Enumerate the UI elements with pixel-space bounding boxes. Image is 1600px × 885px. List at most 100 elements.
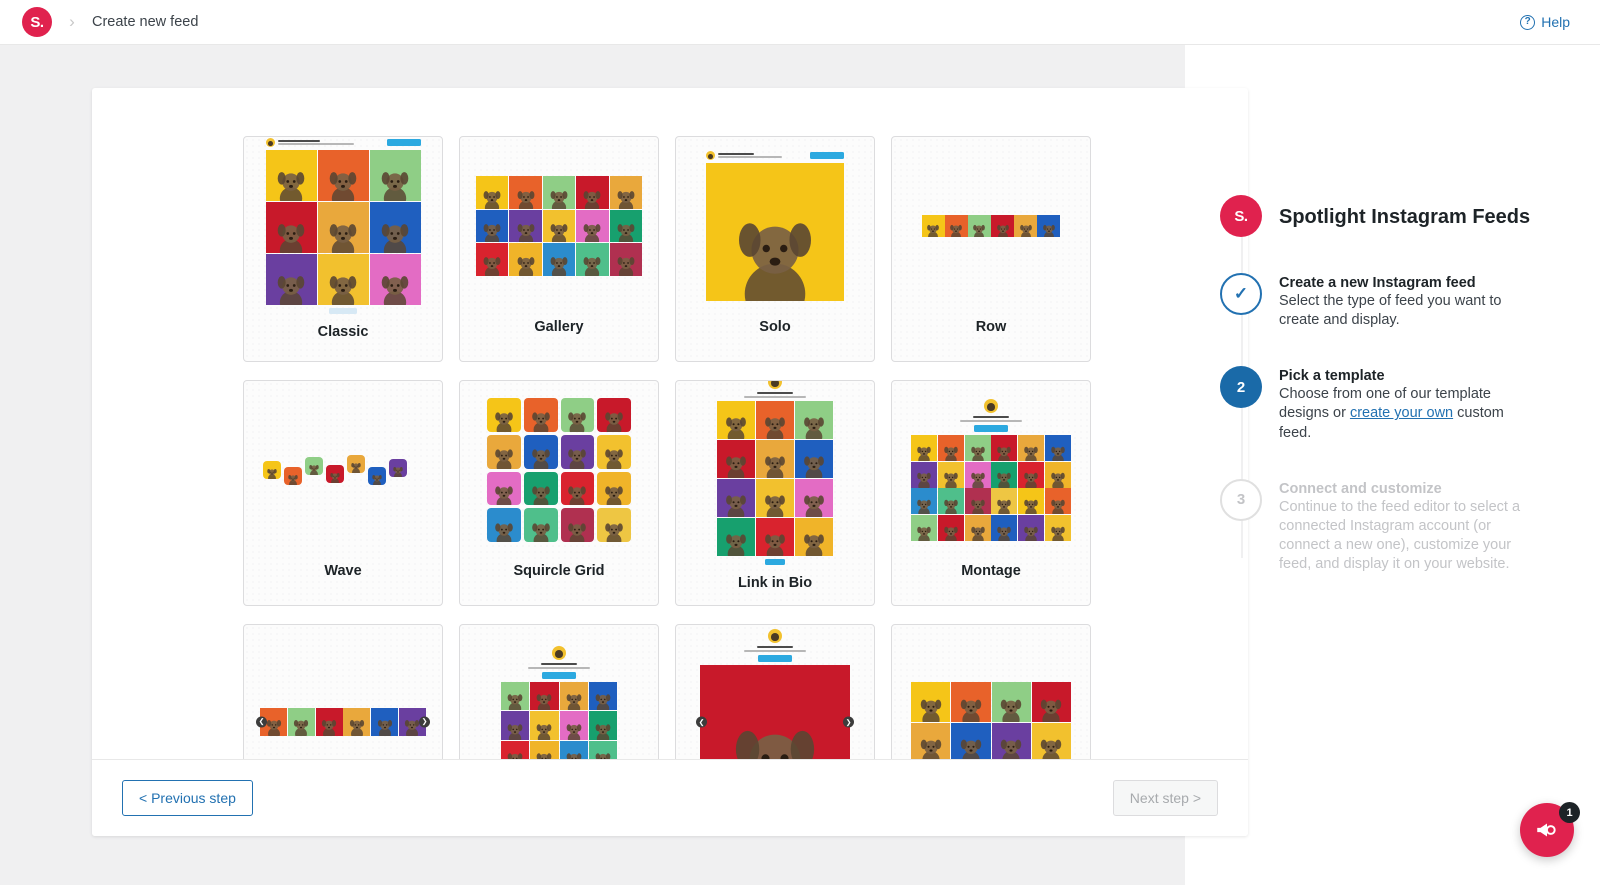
preview-tile: [717, 440, 755, 479]
preview-tile: [501, 682, 530, 711]
template-label: Link in Bio: [737, 575, 813, 592]
preview-tile: [911, 515, 937, 542]
template-preview: [460, 381, 658, 559]
announcements-badge: 1: [1559, 802, 1580, 823]
preview-tile: [991, 214, 1014, 238]
preview-tile: [369, 150, 421, 201]
template-grid: Classic Gallery Solo Row Wave Squircle Grid Li…: [92, 88, 1248, 759]
template-preview: [892, 381, 1090, 559]
preview-tile: [523, 434, 558, 469]
previous-step-button[interactable]: < Previous step: [122, 780, 253, 816]
stepper-step-2[interactable]: 2 Pick a template Choose from one of our…: [1220, 366, 1580, 442]
preview-tile: [922, 214, 945, 238]
template-card-row[interactable]: Row: [891, 136, 1091, 362]
onboarding-sidebar: S. Spotlight Instagram Feeds ✓ Create a …: [1220, 195, 1580, 610]
step-1-title: Create a new Instagram feed: [1279, 275, 1476, 291]
preview-tile: [265, 150, 317, 201]
preview-tile: [588, 682, 617, 711]
preview-tile: [265, 254, 317, 305]
create-your-own-link[interactable]: create your own: [1350, 405, 1453, 421]
preview-tile: [1031, 722, 1071, 759]
preview-tile: [609, 176, 642, 209]
preview-tile: [509, 243, 542, 276]
preview-tile: [597, 434, 631, 469]
preview-tile: [343, 708, 371, 736]
preview-avatar-icon: [768, 381, 782, 389]
preview-tile: [991, 515, 1018, 542]
brand-logo-icon[interactable]: S.: [22, 7, 52, 37]
preview-tile: [756, 440, 794, 479]
template-card-10[interactable]: [459, 624, 659, 759]
preview-account-text: [277, 139, 384, 146]
template-card-9[interactable]: ❮ ❯: [243, 624, 443, 759]
preview-tile: [559, 711, 588, 740]
preview-tile: [523, 471, 558, 506]
preview-tile: [756, 518, 794, 557]
help-button[interactable]: ? Help: [1520, 14, 1570, 30]
preview-tile: [560, 508, 595, 542]
template-preview: [244, 381, 442, 559]
preview-tile: [717, 518, 755, 557]
preview-tile: [476, 243, 509, 276]
next-step-button[interactable]: Next step >: [1112, 780, 1218, 816]
preview-tile: [576, 176, 609, 209]
preview-tile: [326, 465, 344, 483]
preview-feed-header: [265, 138, 421, 147]
help-label: Help: [1541, 14, 1570, 30]
preview-tile: [559, 740, 588, 759]
template-preview: [244, 137, 442, 320]
template-chooser-panel: Classic Gallery Solo Row Wave Squircle Grid Li…: [92, 88, 1248, 836]
template-card-gallery[interactable]: Gallery: [459, 136, 659, 362]
preview-tile: [588, 711, 617, 740]
carousel-next-icon: ❯: [419, 716, 430, 728]
step-3-marker: 3: [1220, 478, 1262, 521]
template-card-12[interactable]: [891, 624, 1091, 759]
preview-tile: [991, 461, 1018, 488]
template-label: Row: [975, 319, 1007, 335]
preview-tile: [369, 254, 421, 305]
preview-tile: [991, 722, 1031, 759]
preview-avatar-icon: [768, 628, 782, 643]
template-card-classic[interactable]: Classic: [243, 136, 443, 362]
template-label: Squircle Grid: [513, 563, 605, 579]
stepper-step-1[interactable]: ✓ Create a new Instagram feed Select the…: [1220, 273, 1580, 330]
question-circle-icon: ?: [1520, 14, 1536, 30]
template-card-wave[interactable]: Wave: [243, 380, 443, 606]
preview-tile: [487, 398, 521, 432]
preview-tile: [530, 682, 559, 711]
preview-tile: [476, 176, 509, 209]
preview-tile: [937, 488, 964, 515]
preview-tile: [542, 209, 576, 243]
preview-tile: [609, 243, 642, 276]
preview-tile: [284, 467, 302, 485]
preview-tile: [964, 488, 991, 515]
step-2-marker: 2: [1220, 366, 1262, 409]
preview-tile: [945, 214, 968, 238]
step-3-title: Connect and customize: [1279, 480, 1442, 497]
template-card-squircle-grid[interactable]: Squircle Grid: [459, 380, 659, 606]
preview-tile: [317, 202, 369, 253]
preview-tile: [968, 214, 991, 238]
template-scroll-area[interactable]: Classic Gallery Solo Row Wave Squircle Grid Li…: [92, 88, 1248, 759]
preview-tile: [560, 471, 595, 506]
preview-tile: [317, 150, 369, 201]
preview-feed-header: [717, 381, 833, 399]
template-card-solo[interactable]: Solo: [675, 136, 875, 362]
template-card-link-in-bio[interactable]: Link in Bio: [675, 380, 875, 606]
preview-tile: [576, 243, 609, 276]
preview-tile: [964, 434, 991, 461]
preview-tile: [795, 479, 833, 518]
preview-tile: [487, 471, 521, 506]
preview-tile: [530, 711, 559, 740]
preview-tile: [991, 682, 1031, 722]
template-card-11[interactable]: ❮ ❯: [675, 624, 875, 759]
preview-tile: [347, 455, 365, 473]
template-card-montage[interactable]: Montage: [891, 380, 1091, 606]
preview-tile: [1037, 214, 1060, 238]
preview-action-button: [765, 559, 785, 566]
template-preview: [460, 137, 658, 315]
preview-tile: [576, 209, 609, 243]
preview-grid: [717, 401, 833, 557]
sidebar-brand-logo-icon: S.: [1220, 195, 1262, 237]
carousel-prev-icon: ❮: [696, 716, 707, 728]
